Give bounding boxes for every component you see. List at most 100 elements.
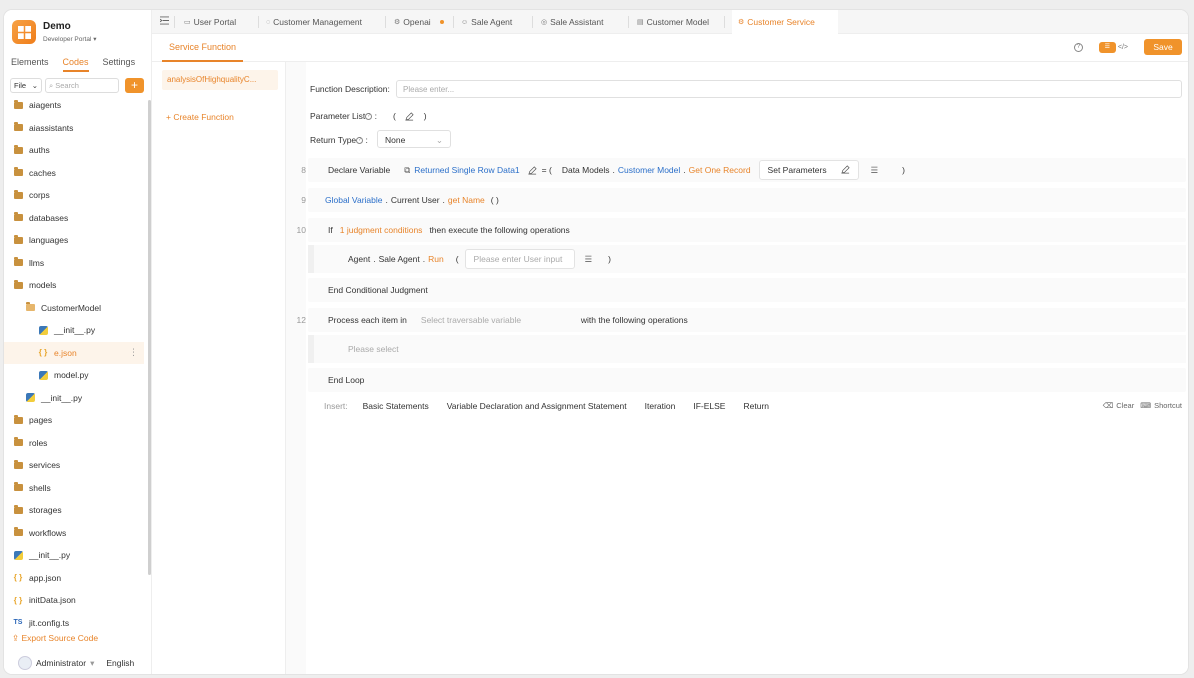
visual-mode-icon[interactable]: ☰ bbox=[1098, 41, 1116, 53]
statement-end-conditional[interactable]: End Conditional Judgment bbox=[308, 278, 1186, 302]
tab-label: Customer Model bbox=[646, 17, 709, 27]
sidebar-scrollbar[interactable] bbox=[148, 100, 151, 575]
tree-item-app-json[interactable]: { } app.json bbox=[4, 567, 144, 590]
param-label-text: Parameter List bbox=[310, 111, 366, 121]
function-item[interactable]: analysisOfHighqualityC... bbox=[162, 70, 278, 90]
export-source-code-link[interactable]: ⇪ Export Source Code bbox=[12, 633, 98, 644]
loop-statement-select[interactable]: Please select bbox=[314, 335, 1186, 363]
tab-sale-assistant[interactable]: ◎ Sale Assistant bbox=[541, 10, 604, 34]
tab-customer-model[interactable]: ▤ Customer Model bbox=[637, 10, 709, 34]
insert-if-else[interactable]: IF-ELSE bbox=[684, 398, 734, 414]
view-mode-toggle[interactable]: ☰ </> bbox=[1098, 41, 1128, 53]
search-input[interactable]: ⌕ Search bbox=[45, 78, 119, 93]
add-file-button[interactable]: + bbox=[125, 78, 144, 93]
tree-item-customermodel[interactable]: CustomerModel bbox=[4, 297, 144, 320]
shortcut-button[interactable]: Shortcut bbox=[1154, 401, 1182, 410]
tree-item-roles[interactable]: roles bbox=[4, 432, 144, 455]
insert-variable-declaration[interactable]: Variable Declaration and Assignment Stat… bbox=[438, 398, 636, 414]
tree-item-corps[interactable]: corps bbox=[4, 184, 144, 207]
description-input[interactable]: Please enter... bbox=[396, 80, 1182, 98]
help-icon[interactable]: ? bbox=[356, 137, 364, 145]
statement-get-name[interactable]: 9 Global Variable . Current User . get N… bbox=[301, 188, 1186, 212]
tree-item-languages[interactable]: languages bbox=[4, 229, 144, 252]
tab-customer-management[interactable]: ◌ Customer Management bbox=[266, 10, 362, 34]
tab-user-portal[interactable]: ▭ User Portal bbox=[184, 10, 236, 34]
global-variable-ref[interactable]: Global Variable bbox=[325, 195, 383, 205]
code-mode-icon[interactable]: </> bbox=[1118, 44, 1128, 51]
tree-label: initData.json bbox=[29, 595, 76, 606]
traversable-variable-select[interactable]: Select traversable variable bbox=[421, 315, 581, 325]
tree-item-jit-config-ts[interactable]: TS jit.config.ts bbox=[4, 612, 144, 635]
tree-item-llms[interactable]: llms bbox=[4, 252, 144, 275]
tree-item-aiassistants[interactable]: aiassistants bbox=[4, 117, 144, 140]
method-ref[interactable]: Run bbox=[428, 254, 444, 264]
brand[interactable]: Demo Developer Portal ▾ bbox=[12, 20, 97, 44]
data-models-ref[interactable]: Data Models bbox=[562, 165, 610, 175]
help-icon[interactable]: ? bbox=[365, 113, 373, 121]
tree-item-caches[interactable]: caches bbox=[4, 162, 144, 185]
tree-item-init-py[interactable]: __init__.py bbox=[4, 387, 144, 410]
model-ref[interactable]: Customer Model bbox=[618, 165, 680, 175]
statement-if[interactable]: 10 If 1 judgment conditions then execute… bbox=[297, 218, 1186, 242]
tree-item-aiagents[interactable]: aiagents bbox=[4, 94, 144, 117]
insert-return[interactable]: Return bbox=[734, 398, 778, 414]
portal-switcher[interactable]: Developer Portal ▾ bbox=[43, 35, 97, 43]
tree-label: workflows bbox=[29, 527, 67, 538]
tab-sale-agent[interactable]: ☺ Sale Agent bbox=[461, 10, 512, 34]
user-input-field[interactable]: Please enter User input bbox=[464, 249, 575, 269]
tree-item-init-py[interactable]: __init__.py bbox=[4, 544, 144, 567]
more-options-icon[interactable]: ⋮ bbox=[129, 347, 138, 358]
tree-item-models[interactable]: models bbox=[4, 274, 144, 297]
tree-item-shells[interactable]: shells bbox=[4, 477, 144, 500]
loop-tail-text: with the following operations bbox=[580, 315, 688, 325]
tree-item-services[interactable]: services bbox=[4, 454, 144, 477]
statement-declare-variable[interactable]: 8 Declare Variable ⧉ Returned Single Row… bbox=[301, 158, 1186, 182]
tab-elements[interactable]: Elements bbox=[11, 57, 49, 72]
edit-icon[interactable] bbox=[528, 165, 537, 175]
user-menu[interactable]: Administrator ▾ English bbox=[18, 656, 134, 670]
file-type-select[interactable]: File ⌄ bbox=[10, 78, 42, 93]
tree-item-pages[interactable]: pages bbox=[4, 409, 144, 432]
tree-item-model-py[interactable]: model.py bbox=[4, 364, 144, 387]
tab-codes[interactable]: Codes bbox=[62, 57, 89, 72]
clear-button[interactable]: Clear bbox=[1116, 401, 1134, 410]
statement-loop[interactable]: 12 Process each item in Select traversab… bbox=[297, 308, 1186, 332]
tree-item-databases[interactable]: databases bbox=[4, 207, 144, 230]
return-type-select[interactable]: None ⌄ bbox=[377, 130, 451, 148]
save-button[interactable]: Save bbox=[1144, 39, 1182, 55]
tree-item-auths[interactable]: auths bbox=[4, 139, 144, 162]
tab-openai[interactable]: ⚙ Openai bbox=[394, 10, 444, 34]
sidebar: Demo Developer Portal ▾ Elements Codes S… bbox=[4, 10, 152, 674]
current-user-ref[interactable]: Current User bbox=[391, 195, 440, 205]
edit-icon[interactable] bbox=[405, 112, 414, 121]
statement-end-loop[interactable]: End Loop bbox=[308, 368, 1186, 392]
collapse-sidebar-icon[interactable] bbox=[160, 16, 169, 25]
method-ref[interactable]: get Name bbox=[448, 195, 485, 205]
tab-customer-service[interactable]: ⚙ Customer Service bbox=[732, 10, 838, 34]
tab-service-function[interactable]: Service Function bbox=[162, 34, 244, 62]
insert-iteration[interactable]: Iteration bbox=[636, 398, 685, 414]
insert-basic-statements[interactable]: Basic Statements bbox=[354, 398, 438, 414]
create-function-button[interactable]: + Create Function bbox=[166, 112, 234, 122]
statement-agent-run[interactable]: Agent . Sale Agent . Run ( Please enter … bbox=[314, 245, 1186, 273]
variable-name[interactable]: Returned Single Row Data1 bbox=[414, 165, 519, 175]
judgment-conditions-link[interactable]: 1 judgment conditions bbox=[340, 225, 423, 235]
method-ref[interactable]: Get One Record bbox=[689, 165, 751, 175]
agent-ref[interactable]: Agent bbox=[348, 254, 370, 264]
app-name: Demo bbox=[43, 21, 71, 32]
tree-item-initdata-json[interactable]: { } initData.json bbox=[4, 589, 144, 612]
tree-item-storages[interactable]: storages bbox=[4, 499, 144, 522]
robot-icon: ☺ bbox=[461, 18, 469, 26]
tree-item-workflows[interactable]: workflows bbox=[4, 522, 144, 545]
line-number: 12 bbox=[296, 315, 306, 325]
help-icon[interactable]: ? bbox=[1073, 42, 1083, 52]
sale-agent-ref[interactable]: Sale Agent bbox=[379, 254, 420, 264]
tab-settings[interactable]: Settings bbox=[103, 57, 136, 72]
tree-item-init-py[interactable]: __init__.py bbox=[4, 319, 144, 342]
set-parameters-button[interactable]: Set Parameters bbox=[758, 160, 859, 180]
list-options-icon[interactable]: ☰ bbox=[585, 254, 593, 265]
language-switch[interactable]: English bbox=[106, 658, 134, 668]
list-options-icon[interactable]: ☰ bbox=[871, 165, 879, 176]
tree-item-e-json[interactable]: { } e.json ⋮ bbox=[4, 341, 144, 364]
parameter-list-value[interactable]: ( ) bbox=[393, 111, 427, 121]
